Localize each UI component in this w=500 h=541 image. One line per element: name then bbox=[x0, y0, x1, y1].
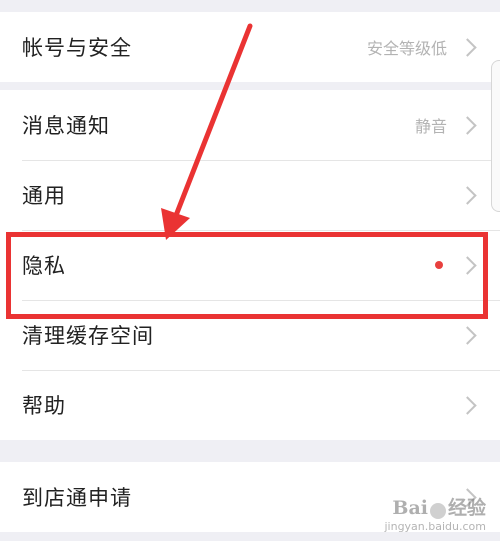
chevron-right-icon bbox=[458, 185, 477, 205]
watermark-brand-right: 经验 bbox=[447, 497, 486, 519]
watermark-brand-left: Bai bbox=[392, 497, 428, 519]
chevron-right-icon bbox=[458, 395, 477, 415]
settings-item-label: 隐私 bbox=[22, 254, 66, 278]
settings-item-privacy[interactable]: 隐私 bbox=[0, 230, 500, 300]
settings-item-clear-cache[interactable]: 清理缓存空间 bbox=[0, 300, 500, 370]
baidu-jingyan-watermark: Bai 经验 jingyan.baidu.com bbox=[384, 493, 486, 533]
settings-item-label: 帐号与安全 bbox=[22, 36, 132, 60]
notification-mode-value: 静音 bbox=[414, 117, 447, 136]
settings-group-main: 消息通知 静音 通用 隐私 清理缓存空间 帮助 bbox=[0, 90, 500, 440]
settings-item-label: 帮助 bbox=[22, 394, 66, 418]
settings-item-label: 清理缓存空间 bbox=[22, 324, 154, 348]
chevron-right-icon bbox=[458, 255, 477, 275]
settings-item-label: 通用 bbox=[22, 184, 66, 208]
chevron-right-icon bbox=[458, 37, 477, 57]
settings-item-label: 消息通知 bbox=[22, 114, 110, 138]
settings-item-account-security[interactable]: 帐号与安全 安全等级低 bbox=[0, 12, 500, 82]
new-badge-dot-icon bbox=[435, 261, 443, 269]
settings-group-account: 帐号与安全 安全等级低 bbox=[0, 12, 500, 82]
security-level-value: 安全等级低 bbox=[366, 39, 447, 58]
settings-item-notifications[interactable]: 消息通知 静音 bbox=[0, 90, 500, 160]
side-scroll-handle[interactable] bbox=[491, 60, 500, 212]
paw-logo-icon bbox=[429, 502, 446, 519]
chevron-right-icon bbox=[458, 115, 477, 135]
watermark-url: jingyan.baidu.com bbox=[384, 520, 486, 533]
settings-screen: 帐号与安全 安全等级低 消息通知 静音 通用 隐私 清理缓存空间 帮助 到店通申… bbox=[0, 0, 500, 541]
settings-item-general[interactable]: 通用 bbox=[0, 160, 500, 230]
settings-item-help[interactable]: 帮助 bbox=[0, 370, 500, 440]
chevron-right-icon bbox=[458, 325, 477, 345]
